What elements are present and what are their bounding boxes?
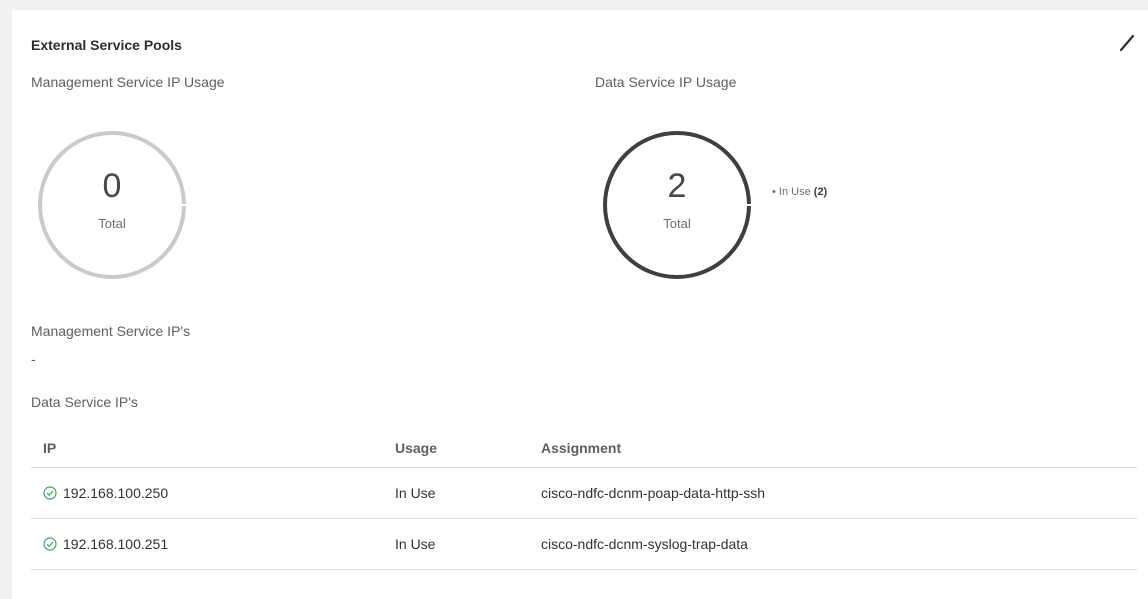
assignment-cell: cisco-ndfc-dcnm-poap-data-http-ssh xyxy=(529,467,1137,519)
ip-text: 192.168.100.250 xyxy=(63,485,169,501)
table-row[interactable]: 192.168.100.251 In Use cisco-ndfc-dcnm-s… xyxy=(31,518,1137,570)
legend-count: (2) xyxy=(813,186,828,198)
data-ips-label: Data Service IP's xyxy=(31,394,138,410)
check-circle-icon xyxy=(43,486,57,500)
management-usage-caption: Total xyxy=(98,216,126,231)
pencil-icon xyxy=(1119,34,1135,52)
edit-button[interactable] xyxy=(1116,32,1138,54)
column-header-assignment[interactable]: Assignment xyxy=(529,429,1137,468)
management-usage-total: 0 xyxy=(102,167,122,205)
data-usage-label: Data Service IP Usage xyxy=(595,74,737,90)
usage-cell: In Use xyxy=(383,518,529,570)
ip-text: 192.168.100.251 xyxy=(63,536,169,552)
legend-bullet: • xyxy=(772,186,776,198)
data-usage-caption: Total xyxy=(663,216,691,231)
assignment-cell: cisco-ndfc-dcnm-syslog-trap-data xyxy=(529,518,1137,570)
usage-cell: In Use xyxy=(383,467,529,519)
management-ips-value: - xyxy=(31,351,36,367)
legend-label: In Use xyxy=(778,186,811,198)
panel-title: External Service Pools xyxy=(31,37,182,53)
data-ips-table: IP Usage Assignment 192.168.100.250 In U… xyxy=(31,429,1137,570)
data-usage-total: 2 xyxy=(667,167,687,205)
management-usage-label: Management Service IP Usage xyxy=(31,74,225,90)
management-usage-donut: 0 Total xyxy=(32,125,192,285)
data-usage-legend-item: • In Use (2) xyxy=(772,186,827,198)
data-usage-donut: 2 Total xyxy=(597,125,757,285)
management-ips-label: Management Service IP's xyxy=(31,323,191,339)
table-header-row: IP Usage Assignment xyxy=(31,429,1137,468)
external-service-pools-panel: External Service Pools Management Servic… xyxy=(12,10,1148,599)
check-circle-icon xyxy=(43,537,57,551)
table-row[interactable]: 192.168.100.250 In Use cisco-ndfc-dcnm-p… xyxy=(31,467,1137,519)
ip-cell: 192.168.100.250 xyxy=(31,467,383,519)
ip-cell: 192.168.100.251 xyxy=(31,518,383,570)
column-header-usage[interactable]: Usage xyxy=(383,429,529,468)
column-header-ip[interactable]: IP xyxy=(31,429,383,468)
